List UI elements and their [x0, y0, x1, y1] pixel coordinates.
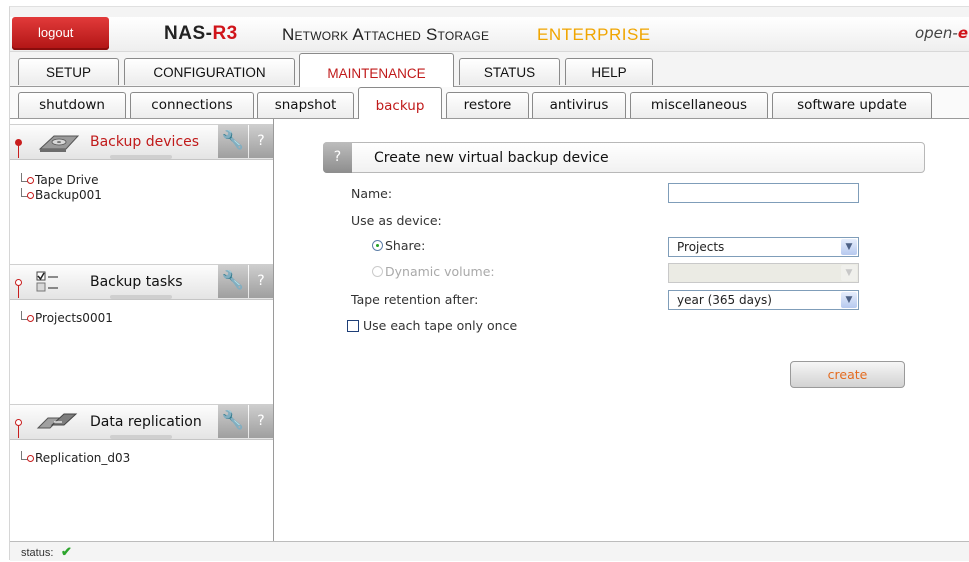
header-bar: logout NAS-R3 Network Attached Storage E…: [10, 17, 969, 52]
create-button[interactable]: create: [790, 361, 905, 388]
product-subtitle: Network Attached Storage: [282, 25, 490, 44]
replication-icon: [36, 413, 78, 429]
name-label: Name:: [351, 186, 393, 201]
form-title: Create new virtual backup device: [374, 150, 609, 166]
tab-status[interactable]: STATUS: [459, 58, 560, 85]
help-icon[interactable]: ?: [323, 142, 352, 173]
share-radio[interactable]: [372, 240, 383, 251]
list-item-label: Backup001: [35, 188, 102, 202]
tree-node-icon: [27, 315, 34, 322]
help-icon[interactable]: ?: [249, 404, 273, 438]
use-once-checkbox[interactable]: [347, 320, 359, 332]
chevron-down-icon: ▼: [841, 292, 857, 308]
tape-retention-select-value: year (365 days): [677, 293, 772, 307]
subtab-snapshot[interactable]: snapshot: [257, 92, 354, 118]
product-brand: NAS-R3: [164, 23, 238, 45]
list-item[interactable]: Tape Drive: [18, 173, 102, 188]
tape-retention-label: Tape retention after:: [351, 292, 479, 307]
list-item[interactable]: Replication_d03: [18, 451, 130, 466]
grip-handle[interactable]: [110, 155, 172, 159]
group-backup-tasks[interactable]: Backup tasks 🔧 ?: [10, 264, 273, 300]
group-title: Data replication: [90, 414, 202, 430]
subtab-backup[interactable]: backup: [358, 87, 442, 119]
status-label: status:: [21, 547, 54, 559]
dynamic-volume-label: Dynamic volume:: [385, 264, 495, 279]
vendor-logo: open-e: [915, 24, 968, 42]
tree-node-icon: [27, 177, 34, 184]
group-title: Backup tasks: [90, 274, 183, 290]
group-backup-devices[interactable]: Backup devices 🔧 ?: [10, 124, 273, 160]
brand-suffix: R3: [212, 23, 238, 44]
share-label: Share:: [385, 238, 426, 253]
tab-configuration[interactable]: CONFIGURATION: [124, 58, 295, 85]
sidebar: Backup devices 🔧 ? Tape Drive Backup001 …: [10, 119, 274, 541]
data-replication-list: Replication_d03: [18, 451, 130, 466]
subtab-software-update[interactable]: software update: [772, 92, 932, 118]
tab-help[interactable]: HELP: [565, 58, 653, 85]
tree-node-icon: [27, 192, 34, 199]
name-input[interactable]: [668, 183, 859, 203]
list-item-label: Replication_d03: [35, 451, 131, 465]
group-indicator-stem: [18, 285, 19, 298]
tree-node-icon: [27, 455, 34, 462]
chevron-down-icon: ▼: [841, 265, 857, 281]
main-content: ? Create new virtual backup device Name:…: [274, 119, 969, 541]
checkmark-icon: ✔: [61, 544, 72, 559]
sub-tab-bar: shutdown connections snapshot backup res…: [10, 87, 969, 119]
app-window: logout NAS-R3 Network Attached Storage E…: [9, 6, 969, 561]
subtab-miscellaneous[interactable]: miscellaneous: [630, 92, 768, 118]
tape-retention-select[interactable]: year (365 days) ▼: [668, 290, 859, 310]
tab-setup[interactable]: SETUP: [18, 58, 119, 85]
dynamic-volume-radio[interactable]: [372, 266, 383, 277]
subtab-restore[interactable]: restore: [446, 92, 529, 118]
wrench-icon[interactable]: 🔧: [218, 264, 248, 298]
group-indicator-stem: [18, 145, 19, 158]
list-item[interactable]: Backup001: [18, 188, 102, 203]
list-item-label: Tape Drive: [35, 173, 99, 187]
subtab-shutdown[interactable]: shutdown: [18, 92, 126, 118]
tab-maintenance[interactable]: MAINTENANCE: [299, 53, 454, 87]
subtab-connections[interactable]: connections: [130, 92, 254, 118]
dynamic-volume-select[interactable]: ▼: [668, 263, 859, 283]
use-once-label: Use each tape only once: [363, 318, 518, 333]
group-indicator-stem: [18, 425, 19, 438]
grip-handle[interactable]: [110, 435, 172, 439]
status-bar: status: ✔: [10, 541, 969, 561]
wrench-icon[interactable]: 🔧: [218, 124, 248, 158]
form-header: ? Create new virtual backup device: [323, 142, 925, 173]
list-item[interactable]: Projects0001: [18, 311, 113, 326]
group-data-replication[interactable]: Data replication 🔧 ?: [10, 404, 273, 440]
task-list-icon: [36, 271, 58, 292]
help-icon[interactable]: ?: [249, 264, 273, 298]
main-tab-bar: SETUP CONFIGURATION MAINTENANCE STATUS H…: [10, 53, 969, 87]
use-as-device-label: Use as device:: [351, 213, 442, 228]
wrench-icon[interactable]: 🔧: [218, 404, 248, 438]
help-icon[interactable]: ?: [249, 124, 273, 158]
brand-name: NAS-: [164, 23, 213, 44]
backup-tasks-list: Projects0001: [18, 311, 113, 326]
chevron-down-icon: ▼: [841, 239, 857, 255]
list-item-label: Projects0001: [35, 311, 113, 325]
backup-drive-icon: [38, 135, 80, 152]
product-edition: ENTERPRISE: [537, 25, 651, 44]
vendor-logo-text: open-: [914, 24, 958, 42]
share-select-value: Projects: [677, 240, 725, 254]
group-title: Backup devices: [90, 134, 200, 150]
subtab-antivirus[interactable]: antivirus: [532, 92, 626, 118]
logout-button[interactable]: logout: [12, 17, 109, 50]
vendor-logo-e: e: [957, 24, 968, 42]
backup-devices-list: Tape Drive Backup001: [18, 173, 102, 203]
share-select[interactable]: Projects ▼: [668, 237, 859, 257]
grip-handle[interactable]: [110, 295, 172, 299]
